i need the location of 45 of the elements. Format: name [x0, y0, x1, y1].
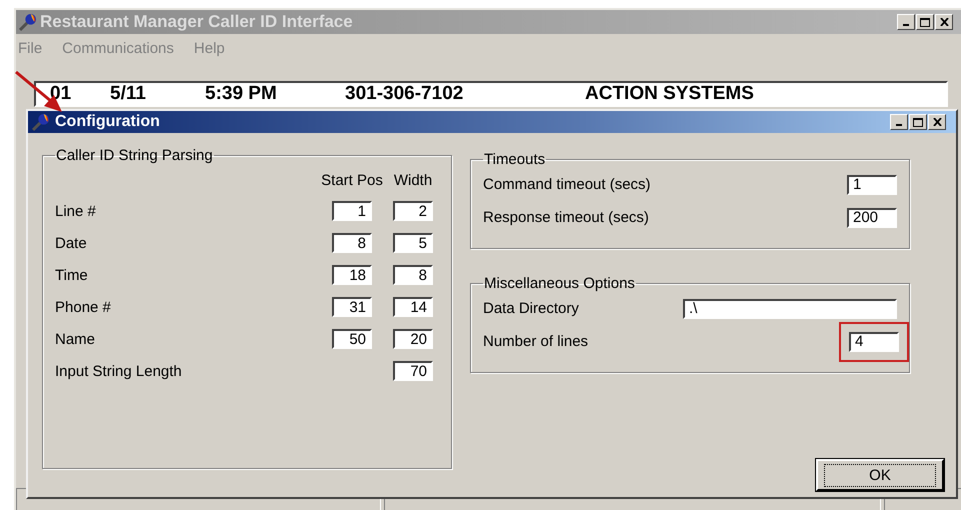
input-field[interactable]: .\: [683, 298, 897, 318]
field-label: Name: [55, 330, 96, 348]
torch-icon: [19, 14, 36, 30]
input-field[interactable]: 1: [847, 174, 897, 194]
group-title: Timeouts: [483, 151, 546, 168]
input-field[interactable]: 8: [393, 265, 433, 285]
maximize-button[interactable]: [909, 114, 927, 130]
maximize-icon: [920, 18, 930, 26]
field-label: Command timeout (secs): [483, 176, 652, 193]
input-field[interactable]: 20: [393, 329, 433, 349]
field-label: Data Directory: [483, 300, 580, 317]
input-field[interactable]: 1: [332, 201, 372, 221]
maximize-button[interactable]: [916, 14, 934, 30]
input-field[interactable]: 70: [393, 361, 433, 381]
ok-button[interactable]: OK: [816, 459, 944, 491]
input-field[interactable]: 31: [332, 297, 372, 317]
maximize-icon: [913, 118, 923, 126]
torch-icon: [32, 114, 49, 130]
minimize-button[interactable]: [897, 14, 915, 30]
column-header: Start Pos: [320, 172, 384, 189]
input-field[interactable]: 4: [849, 332, 899, 352]
field-label: Input String Length: [55, 362, 183, 380]
column-header: Width: [392, 172, 434, 189]
close-button[interactable]: [935, 14, 953, 30]
group-title: Miscellaneous Options: [483, 275, 636, 292]
field-label: Time: [55, 266, 89, 284]
close-icon: [932, 118, 942, 126]
input-field[interactable]: 5: [393, 233, 433, 253]
input-field[interactable]: 8: [332, 233, 372, 253]
field-label: Number of lines: [483, 333, 590, 350]
input-field[interactable]: 2: [393, 201, 433, 221]
field-label: Phone #: [55, 298, 112, 316]
close-button[interactable]: [928, 114, 946, 130]
dialog-title: Configuration: [55, 113, 160, 131]
field-label: Line #: [55, 202, 97, 220]
input-field[interactable]: 200: [847, 208, 897, 228]
field-label: Date: [55, 234, 88, 252]
field-label: Response timeout (secs): [483, 209, 650, 226]
input-field[interactable]: 14: [393, 297, 433, 317]
close-icon: [940, 18, 948, 26]
group-title: Caller ID String Parsing: [55, 147, 214, 164]
minimize-button[interactable]: [890, 114, 908, 130]
window-title: Restaurant Manager Caller ID Interface: [40, 12, 353, 32]
input-field[interactable]: 50: [332, 329, 372, 349]
input-field[interactable]: 18: [332, 265, 372, 285]
